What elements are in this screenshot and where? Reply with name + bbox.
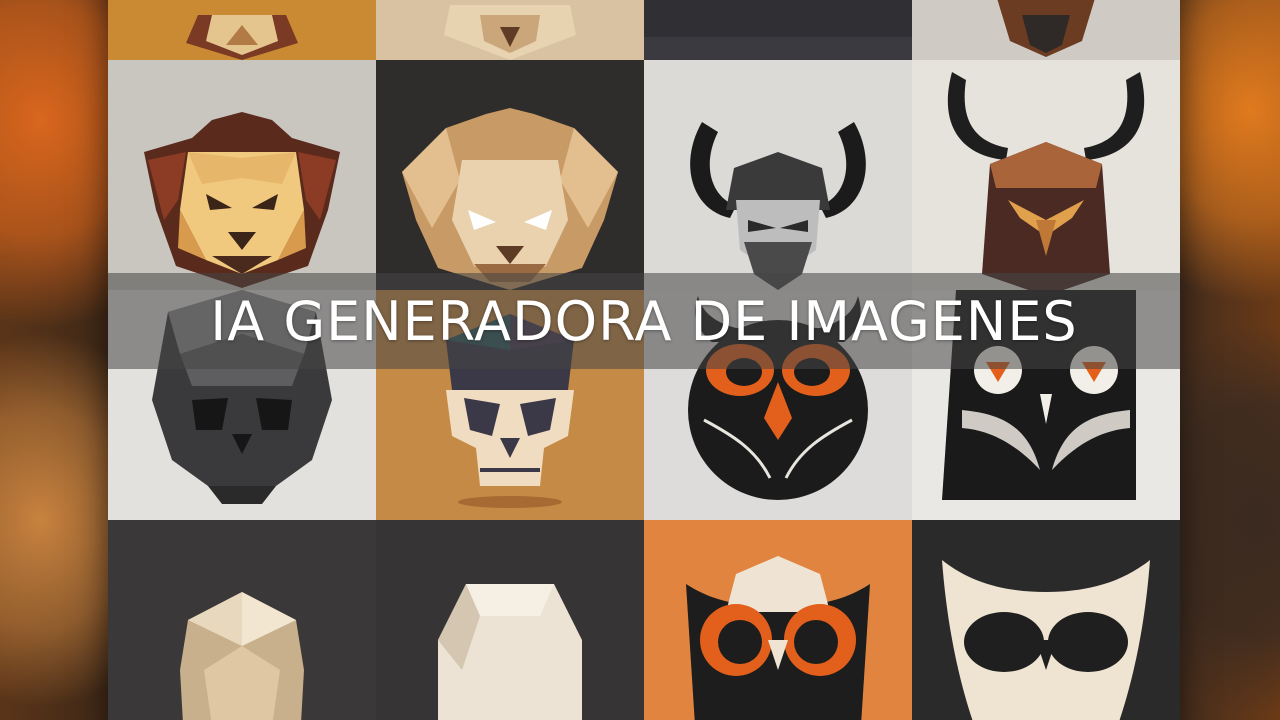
lion-illustration (444, 5, 576, 60)
helmet-illustration (644, 37, 912, 60)
tile-lion-1 (108, 0, 376, 60)
tile-skull-4 (376, 520, 644, 720)
tile-helmet-1 (644, 0, 912, 60)
thumbnail-image: IA GENERADORA DE IMAGENES (0, 0, 1280, 720)
skull-illustration (438, 584, 582, 720)
tile-lion-4 (376, 60, 644, 290)
tile-lion-3 (108, 60, 376, 290)
tile-horned-bearded-1 (644, 60, 912, 290)
tile-horned-helmet-1 (912, 0, 1180, 60)
lion-illustration (402, 108, 618, 290)
horned-bearded-illustration (690, 122, 866, 290)
skull-illustration (180, 592, 304, 720)
owl-illustration (942, 560, 1150, 720)
title-text: IA GENERADORA DE IMAGENES (210, 289, 1078, 353)
horned-helmet-illustration (997, 0, 1095, 57)
lion-illustration (144, 112, 340, 288)
tile-owl-3 (644, 520, 912, 720)
tile-lion-2 (376, 0, 644, 60)
title-banner: IA GENERADORA DE IMAGENES (108, 273, 1180, 369)
horned-helmet-illustration (947, 72, 1145, 290)
owl-illustration (686, 556, 870, 720)
tile-owl-4 (912, 520, 1180, 720)
tile-skull-3 (108, 520, 376, 720)
tile-horned-helmet-2 (912, 60, 1180, 290)
lion-illustration (186, 15, 298, 60)
